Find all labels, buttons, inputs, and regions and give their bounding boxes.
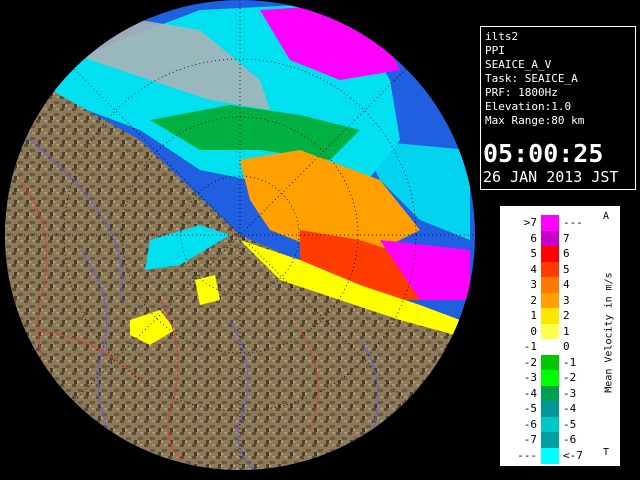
- legend-row-lower: 5: [530, 247, 537, 260]
- legend-row-lower: -1: [523, 340, 537, 353]
- legend-swatch: [541, 292, 559, 309]
- legend-top-marker: A: [603, 211, 610, 222]
- legend-row-lower: -3: [523, 371, 537, 384]
- legend-row-upper: -6: [563, 433, 577, 446]
- legend-swatch: [541, 308, 559, 324]
- legend-row-upper: 1: [563, 324, 570, 338]
- legend-row-upper: 7: [563, 231, 570, 245]
- legend-swatch: [541, 401, 559, 417]
- legend-row-lower: -2: [523, 355, 537, 369]
- legend-row-lower: 3: [530, 278, 537, 291]
- legend-row-upper: -3: [563, 386, 577, 400]
- legend-swatch: [541, 261, 559, 278]
- legend-row-lower: -4: [523, 386, 537, 400]
- legend-swatch: [541, 215, 559, 231]
- legend-swatch: [541, 385, 559, 402]
- legend-bottom-marker: T: [603, 447, 610, 458]
- legend-swatch: [541, 432, 559, 448]
- info-prf: PRF: 1800Hz: [485, 86, 558, 99]
- legend-row-upper: 2: [563, 309, 570, 322]
- legend-swatch: [541, 416, 559, 433]
- radar-ppi-display[interactable]: [0, 0, 480, 480]
- legend-row-upper: -1: [563, 355, 577, 369]
- legend-swatch: [541, 277, 559, 293]
- legend-swatch: [541, 246, 559, 262]
- legend-row-upper: 5: [563, 262, 570, 276]
- legend-row-lower: -7: [523, 433, 537, 446]
- info-site: ilts2: [485, 30, 519, 43]
- legend-swatch: [541, 447, 559, 464]
- legend-row-lower: 1: [530, 309, 537, 322]
- radar-info-panel: ilts2 PPI SEAICE_A_V Task: SEAICE_A PRF:…: [480, 26, 636, 190]
- info-max-range: Max Range:80 km: [485, 114, 585, 127]
- info-time: 05:00:25: [483, 139, 604, 168]
- legend-row-lower: -6: [523, 417, 537, 431]
- legend-swatch: [541, 354, 559, 371]
- legend-row-upper: 4: [563, 278, 570, 291]
- legend-row-lower: -5: [523, 402, 537, 415]
- legend-swatch: [541, 323, 559, 340]
- legend-row-upper: ---: [563, 216, 583, 229]
- legend-row-upper: -5: [563, 417, 577, 431]
- legend-row-lower: 4: [530, 262, 537, 276]
- legend-row-upper: <-7: [563, 448, 583, 462]
- legend-swatch: [541, 339, 559, 355]
- legend-row-upper: 0: [563, 340, 570, 353]
- legend-row-lower: 0: [530, 324, 537, 338]
- legend-row-upper: 3: [563, 293, 570, 307]
- legend-row-upper: -2: [563, 371, 577, 384]
- info-task: Task: SEAICE_A: [485, 72, 578, 85]
- legend-row-upper: 6: [563, 247, 570, 260]
- legend-row-lower: ---: [517, 448, 537, 462]
- legend-title: Mean Velocity in m/s: [603, 272, 615, 393]
- legend-row-lower: 2: [530, 293, 537, 307]
- legend-row-lower: >7: [523, 216, 537, 229]
- info-elevation: Elevation:1.0: [485, 100, 572, 113]
- legend-row-upper: -4: [563, 402, 577, 415]
- legend-row-lower: 6: [530, 231, 537, 245]
- legend-swatch: [541, 230, 559, 247]
- info-date: 26 JAN 2013 JST: [483, 168, 619, 186]
- info-product: SEAICE_A_V: [485, 58, 552, 71]
- info-scan-type: PPI: [485, 44, 505, 57]
- velocity-legend: A Mean Velocity in m/s T >7 --- 6 7 5 6 4 5 3 4 2 3…: [500, 206, 620, 466]
- legend-swatch: [541, 370, 559, 386]
